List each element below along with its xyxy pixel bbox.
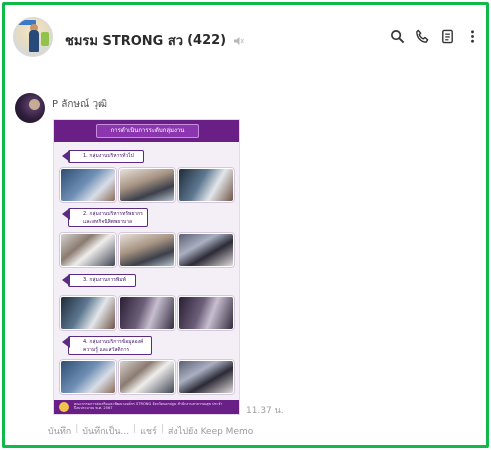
- share-action[interactable]: แชร์: [140, 424, 157, 438]
- poster-photo: [178, 168, 234, 202]
- notes-icon[interactable]: [439, 28, 455, 44]
- save-as-action[interactable]: บันทึกเป็น...: [82, 424, 129, 438]
- poster-photo: [60, 233, 116, 267]
- more-icon[interactable]: [464, 28, 480, 44]
- poster-logo-icon: [59, 402, 69, 412]
- save-action[interactable]: บันทึก: [48, 424, 71, 438]
- phone-icon[interactable]: [414, 28, 430, 44]
- group-name: ชมรม STRONG สว: [65, 34, 184, 49]
- poster-section-4: 4. กลุ่มงานบริการข้อมูลองค์ความรู้ และสว…: [62, 336, 152, 355]
- sender-avatar[interactable]: [15, 93, 45, 123]
- poster-footer-text: คณะกรรมการส่งเสริมและพัฒนาองค์กร STRONG …: [74, 402, 223, 411]
- image-message[interactable]: การดำเนินการระดับกลุ่มงาน 1. กลุ่มงานบริ…: [53, 119, 240, 415]
- poster-section-2: 2. กลุ่มงานบริหารทรัพยากร และสหกิจนิสิตพ…: [62, 208, 148, 227]
- poster-photo: [119, 233, 175, 267]
- chat-window: ชมรม STRONG สว (422) P ลักษณ์ วุฒิ การดำ…: [2, 2, 489, 448]
- poster-footer: คณะกรรมการส่งเสริมและพัฒนาองค์กร STRONG …: [54, 400, 239, 414]
- member-count: (422): [187, 33, 227, 48]
- action-divider: |: [160, 424, 164, 434]
- poster-photo: [60, 296, 116, 330]
- poster-photo: [119, 360, 175, 394]
- poster-section-1: 1. กลุ่มงานบริหารทั่วไป: [62, 150, 144, 163]
- message-time: 11.37 น.: [246, 406, 284, 416]
- chat-header: ชมรม STRONG สว (422): [5, 5, 486, 67]
- keep-memo-action[interactable]: ส่งไปยัง Keep Memo: [168, 424, 253, 438]
- group-title[interactable]: ชมรม STRONG สว (422): [65, 30, 245, 51]
- poster-photo: [60, 168, 116, 202]
- mute-icon: [233, 35, 245, 47]
- poster-title: การดำเนินการระดับกลุ่มงาน: [96, 124, 199, 138]
- poster-photo: [178, 360, 234, 394]
- action-divider: |: [75, 424, 79, 434]
- sender-name: P ลักษณ์ วุฒิ: [52, 99, 108, 110]
- action-divider: |: [133, 424, 137, 434]
- poster-photo: [60, 360, 116, 394]
- poster-photo: [178, 296, 234, 330]
- poster-photo: [119, 168, 175, 202]
- image-actions-bar: บันทึก | บันทึกเป็น... | แชร์ | ส่งไปยัง…: [48, 424, 253, 438]
- poster-photo: [119, 296, 175, 330]
- search-icon[interactable]: [389, 28, 405, 44]
- group-avatar[interactable]: [13, 17, 53, 57]
- poster-section-3: 3. กลุ่มงานการพิมพ์: [62, 274, 136, 287]
- poster-photo: [178, 233, 234, 267]
